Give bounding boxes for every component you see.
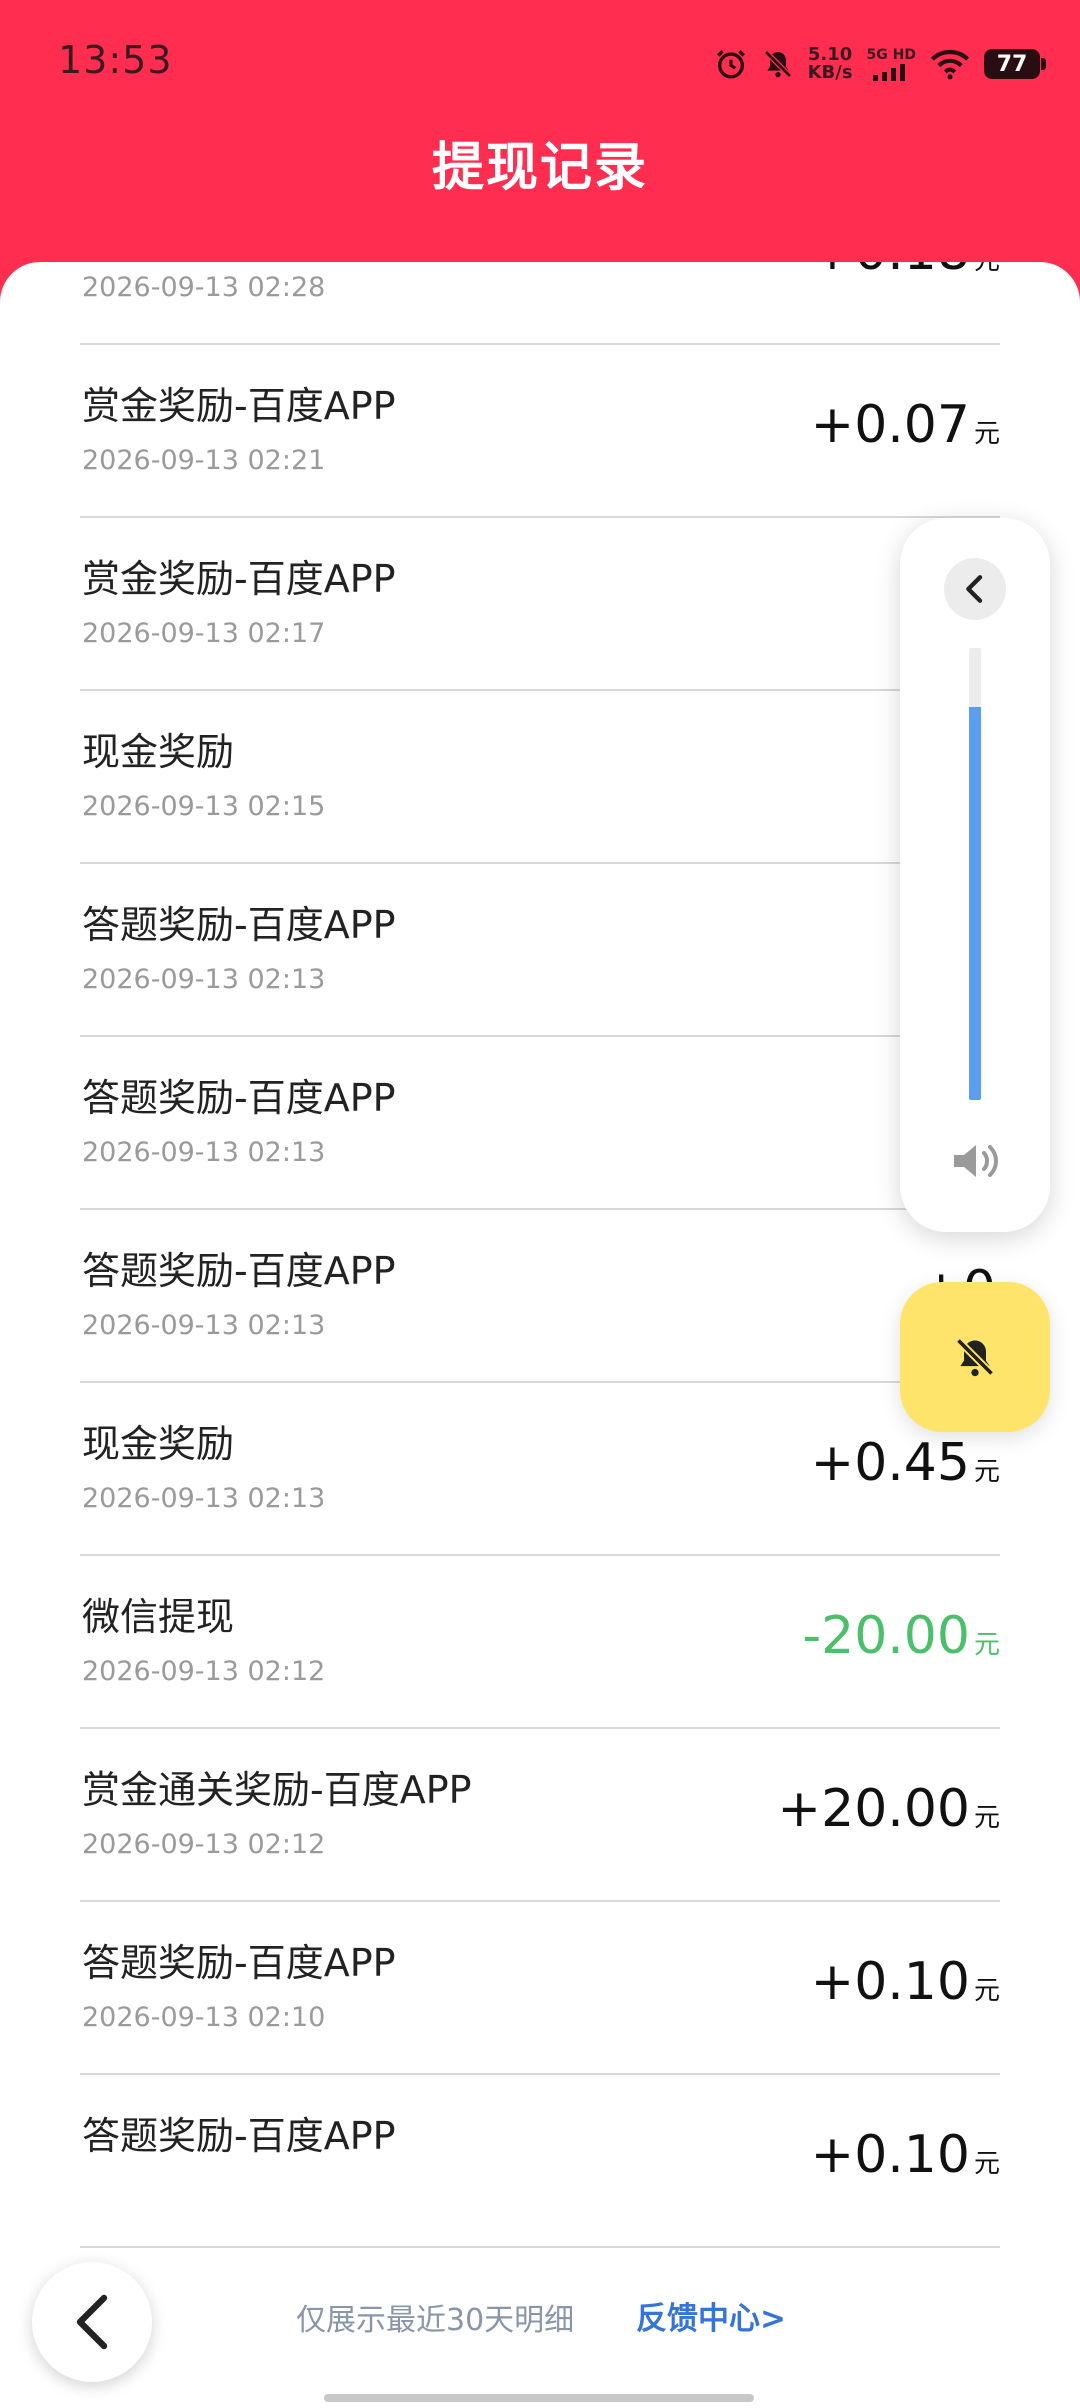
record-title: 答题奖励-百度APP: [82, 1249, 396, 1293]
record-amount: +0.07 元: [811, 395, 1000, 455]
record-amount-unit: 元: [973, 1457, 1000, 1487]
record-amount: +0.10 元: [811, 1952, 1000, 2012]
network-type: 5G HD: [866, 47, 916, 63]
record-time: 2026-09-13 02:28: [82, 272, 326, 303]
record-amount-unit: 元: [973, 1803, 1000, 1833]
record-time: 2026-09-13 02:13: [82, 1310, 326, 1341]
record-time: 2026-09-13 02:17: [82, 618, 326, 649]
battery-level: 77: [996, 51, 1028, 77]
speaker-icon[interactable]: [949, 1136, 1003, 1186]
footer: 仅展示最近30天明细 反馈中心>: [0, 2250, 1080, 2380]
record-time: 2026-09-13 02:12: [82, 1829, 326, 1860]
record-time: 2026-09-13 02:10: [82, 2002, 326, 2033]
record-row[interactable]: 赏金奖励-百度APP2026-09-13 02:17+0: [80, 518, 1000, 691]
record-row[interactable]: 答题奖励-百度APP2026-09-13 02:13+0: [80, 1210, 1000, 1383]
record-row[interactable]: 现金奖励 2026-09-13 02:13 +0.45 元: [80, 1383, 1000, 1556]
record-amount-unit: 元: [974, 262, 1000, 277]
record-title: 微信提现: [82, 1595, 235, 1639]
record-amount: +20.00 元: [778, 1779, 1000, 1839]
record-time: 2026-09-13 02:12: [82, 1656, 326, 1687]
record-title: 答题奖励-百度APP: [82, 1076, 396, 1120]
record-title: 赏金奖励-百度APP: [82, 557, 396, 601]
record-row[interactable]: 赏金奖励-百度APP 2026-09-13 02:21 +0.07 元: [80, 345, 1000, 518]
status-time: 13:53: [58, 38, 173, 82]
record-amount: +0.18 元: [811, 262, 1000, 282]
record-amount: -20.00 元: [802, 1606, 1000, 1666]
record-amount: +0.45 元: [811, 1433, 1000, 1493]
footer-note: 仅展示最近30天明细: [296, 2303, 575, 2338]
page-title: 提现记录: [431, 138, 648, 198]
record-time: 2026-09-13 02:13: [82, 1483, 326, 1514]
volume-collapse-button[interactable]: [944, 558, 1006, 620]
battery-icon: 77: [984, 49, 1046, 79]
screen: 13:53 5.10 KB/s 5G HD 77 提现记录 2026-09-13…: [0, 0, 1080, 2408]
alarm-icon: [714, 47, 748, 81]
status-icons: 5.10 KB/s 5G HD 77: [714, 42, 1046, 86]
record-row[interactable]: 现金奖励2026-09-13 02:15+0: [80, 691, 1000, 864]
record-row[interactable]: 答题奖励-百度APP +0.10 元: [80, 2075, 1000, 2248]
record-row[interactable]: 微信提现 2026-09-13 02:12 -20.00 元: [80, 1556, 1000, 1729]
record-amount-value: +0.18: [811, 262, 970, 282]
net-speed-unit: KB/s: [807, 62, 853, 83]
record-amount: +0.10 元: [811, 2125, 1000, 2185]
home-indicator[interactable]: [324, 2394, 754, 2402]
feedback-center-link[interactable]: 反馈中心>: [636, 2293, 786, 2338]
bell-off-icon: [955, 1337, 995, 1377]
record-title: 答题奖励-百度APP: [82, 903, 396, 947]
record-title: 赏金奖励-百度APP: [82, 384, 396, 428]
record-amount-value: +0.10: [810, 1952, 970, 2012]
record-amount-value: +0.07: [810, 395, 970, 455]
record-title: 答题奖励-百度APP: [82, 1941, 396, 1985]
record-row[interactable]: 答题奖励-百度APP2026-09-13 02:13+0: [80, 864, 1000, 1037]
record-title: 答题奖励-百度APP: [82, 2114, 396, 2158]
net-speed: 5.10 KB/s: [808, 46, 853, 82]
record-title: 现金奖励: [82, 730, 235, 774]
record-amount-value: +0.10: [810, 2125, 970, 2185]
record-time: 2026-09-13 02:15: [82, 791, 326, 822]
record-amount-value: -20.00: [802, 1606, 970, 1666]
record-time: 2026-09-13 02:13: [82, 964, 326, 995]
status-bar: 13:53 5.10 KB/s 5G HD 77: [0, 0, 1080, 120]
record-time: 2026-09-13 02:13: [82, 1137, 326, 1168]
volume-slider-fill: [969, 706, 981, 1100]
record-title: 赏金通关奖励-百度APP: [82, 1768, 472, 1812]
back-button[interactable]: [32, 2262, 152, 2382]
volume-slider[interactable]: [969, 648, 981, 1100]
record-title: 现金奖励: [82, 1422, 235, 1466]
bell-off-icon: [762, 47, 794, 81]
record-row[interactable]: 2026-09-13 02:28 +0.18 元: [80, 262, 1000, 345]
chevron-left-icon: [76, 2294, 108, 2350]
record-amount-unit: 元: [973, 1976, 1000, 2006]
chevron-left-icon: [966, 575, 983, 603]
signal-icon: 5G HD: [867, 47, 916, 81]
mute-button[interactable]: [900, 1282, 1050, 1432]
record-row[interactable]: 赏金通关奖励-百度APP 2026-09-13 02:12 +20.00 元: [80, 1729, 1000, 1902]
record-amount-value: +20.00: [777, 1779, 970, 1839]
record-amount-unit: 元: [973, 2149, 1000, 2179]
record-amount-unit: 元: [973, 419, 1000, 449]
record-row[interactable]: 答题奖励-百度APP2026-09-13 02:13+0.: [80, 1037, 1000, 1210]
record-row[interactable]: 答题奖励-百度APP 2026-09-13 02:10 +0.10 元: [80, 1902, 1000, 2075]
record-amount-unit: 元: [973, 1630, 1000, 1660]
record-time: 2026-09-13 02:21: [82, 445, 326, 476]
record-amount-value: +0.45: [810, 1433, 970, 1493]
volume-panel: [900, 518, 1050, 1232]
wifi-icon: [930, 48, 970, 80]
